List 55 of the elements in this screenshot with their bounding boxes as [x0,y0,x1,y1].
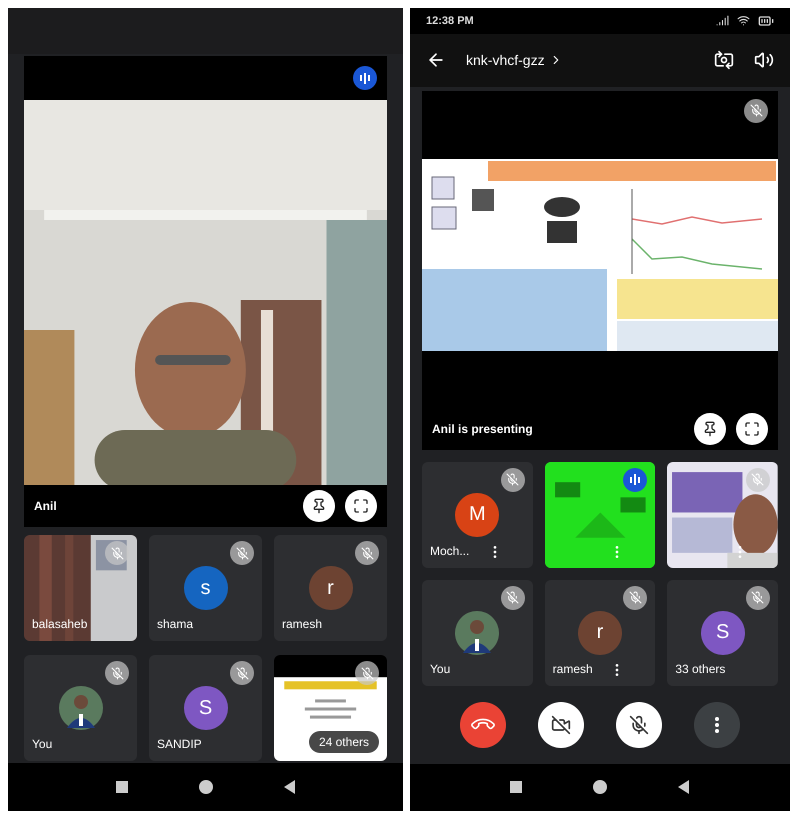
recents-button[interactable] [510,781,522,794]
fullscreen-button[interactable] [736,412,768,445]
camera-off-button[interactable] [538,702,584,748]
pin-icon [311,498,327,514]
participant-name: shama [157,617,194,631]
mic-off-icon [629,714,649,735]
participant-name: You [430,662,450,676]
end-call-button[interactable] [460,702,506,748]
avatar: S [184,686,228,730]
participant-name: You [32,737,52,751]
participant-tile[interactable]: You [422,580,533,686]
back-button[interactable] [284,780,296,794]
speaker-icon[interactable] [754,50,774,70]
home-button[interactable] [592,779,608,796]
recents-button[interactable] [116,781,128,793]
participant-name: Moch... [430,544,470,558]
avatar-photo-icon [58,686,102,730]
fullscreen-icon [353,498,369,514]
fullscreen-icon [744,420,760,437]
participant-tile[interactable]: You [24,655,137,761]
home-button[interactable] [198,779,214,795]
avatar: s [184,566,228,610]
others-count[interactable]: 24 others [308,731,379,753]
participant-tile[interactable]: r ramesh [274,535,387,641]
camera-off-icon [551,714,571,735]
participant-name: SANDIP [157,737,202,751]
meeting-code[interactable]: knk-vhcf-gzz [466,52,545,68]
participant-tile[interactable]: S 33 others [667,580,778,686]
mic-off-button[interactable] [616,702,662,748]
back-button[interactable] [678,780,690,794]
participant-name: ramesh [282,617,322,631]
avatar-photo-icon [455,610,500,655]
avatar: r [578,610,622,655]
participant-name: ramesh [552,662,593,676]
mic-off-icon [744,98,768,123]
status-time: 12:38 PM [426,14,475,27]
more-button[interactable] [694,702,740,748]
participant-name: 33 others [675,662,726,676]
avatar: M [455,492,500,537]
avatar: r [308,566,352,610]
more-icon [715,716,719,733]
participant-tile[interactable]: S SANDIP [149,655,262,761]
participant-tile[interactable]: M Moch... [422,462,533,568]
switch-camera-icon[interactable] [714,50,734,70]
participant-tile[interactable]: r ramesh [544,580,656,686]
fullscreen-button[interactable] [345,490,377,522]
presenting-caption: Anil is presenting [432,422,534,436]
pin-button[interactable] [694,412,726,445]
pin-icon [702,420,718,437]
participant-name: Anil [34,499,58,513]
signal-icon [716,14,729,28]
avatar: S [700,610,745,655]
pin-button[interactable] [303,490,335,522]
participant-tile[interactable]: s shama [149,535,262,641]
participant-name: balasaheb [32,617,88,631]
